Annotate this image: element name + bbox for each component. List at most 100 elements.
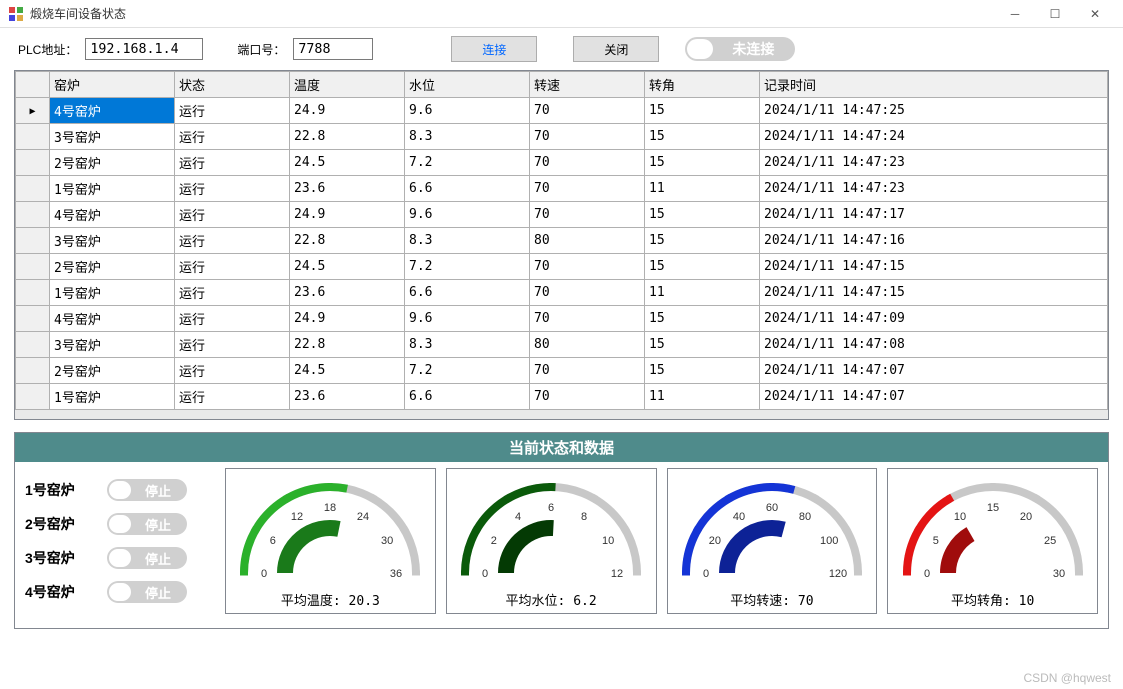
cell[interactable]: 80 [530,228,645,254]
table-row[interactable]: 2号窑炉运行24.57.270152024/1/11 14:47:23 [16,150,1108,176]
cell[interactable]: 2024/1/11 14:47:24 [760,124,1108,150]
cell[interactable]: 6.6 [405,176,530,202]
cell[interactable]: 23.6 [290,384,405,410]
cell[interactable]: 2024/1/11 14:47:25 [760,98,1108,124]
cell[interactable]: 2024/1/11 14:47:09 [760,306,1108,332]
cell[interactable]: 15 [645,358,760,384]
cell[interactable]: 2024/1/11 14:47:23 [760,150,1108,176]
cell[interactable]: 22.8 [290,228,405,254]
cell[interactable]: 2号窑炉 [50,254,175,280]
cell[interactable]: 9.6 [405,98,530,124]
cell[interactable]: 70 [530,98,645,124]
cell[interactable]: 23.6 [290,176,405,202]
cell[interactable]: 8.3 [405,124,530,150]
cell[interactable]: 23.6 [290,280,405,306]
kiln-toggle[interactable]: 停止 [107,547,187,569]
cell[interactable]: 15 [645,98,760,124]
cell[interactable]: 8.3 [405,332,530,358]
cell[interactable]: 3号窑炉 [50,124,175,150]
cell[interactable]: 2号窑炉 [50,150,175,176]
cell[interactable]: 运行 [175,306,290,332]
cell[interactable]: 80 [530,332,645,358]
table-row[interactable]: 3号窑炉运行22.88.370152024/1/11 14:47:24 [16,124,1108,150]
cell[interactable]: 3号窑炉 [50,332,175,358]
cell[interactable]: 4号窑炉 [50,306,175,332]
cell[interactable]: 运行 [175,254,290,280]
table-row[interactable]: 3号窑炉运行22.88.380152024/1/11 14:47:16 [16,228,1108,254]
cell[interactable]: 11 [645,176,760,202]
maximize-button[interactable]: ☐ [1035,0,1075,28]
cell[interactable]: 15 [645,202,760,228]
table-row[interactable]: 1号窑炉运行23.66.670112024/1/11 14:47:15 [16,280,1108,306]
cell[interactable]: 运行 [175,358,290,384]
cell[interactable]: 7.2 [405,254,530,280]
table-row[interactable]: ▶4号窑炉运行24.99.670152024/1/11 14:47:25 [16,98,1108,124]
cell[interactable]: 24.9 [290,98,405,124]
cell[interactable]: 70 [530,176,645,202]
col-header[interactable]: 状态 [175,72,290,98]
minimize-button[interactable]: ─ [995,0,1035,28]
cell[interactable]: 6.6 [405,280,530,306]
cell[interactable]: 运行 [175,98,290,124]
col-header[interactable]: 转角 [645,72,760,98]
cell[interactable]: 22.8 [290,124,405,150]
col-header[interactable]: 温度 [290,72,405,98]
cell[interactable]: 2号窑炉 [50,358,175,384]
cell[interactable]: 15 [645,228,760,254]
cell[interactable]: 运行 [175,280,290,306]
cell[interactable]: 2024/1/11 14:47:15 [760,280,1108,306]
connect-button[interactable]: 连接 [451,36,537,62]
cell[interactable]: 22.8 [290,332,405,358]
col-header[interactable]: 窑炉 [50,72,175,98]
cell[interactable]: 2024/1/11 14:47:17 [760,202,1108,228]
cell[interactable]: 7.2 [405,358,530,384]
cell[interactable]: 70 [530,150,645,176]
table-row[interactable]: 1号窑炉运行23.66.670112024/1/11 14:47:07 [16,384,1108,410]
cell[interactable]: 15 [645,332,760,358]
cell[interactable]: 15 [645,254,760,280]
kiln-toggle[interactable]: 停止 [107,479,187,501]
cell[interactable]: 15 [645,150,760,176]
cell[interactable]: 15 [645,124,760,150]
cell[interactable]: 运行 [175,202,290,228]
cell[interactable]: 70 [530,202,645,228]
table-row[interactable]: 3号窑炉运行22.88.380152024/1/11 14:47:08 [16,332,1108,358]
cell[interactable]: 2024/1/11 14:47:07 [760,384,1108,410]
kiln-toggle[interactable]: 停止 [107,581,187,603]
col-header[interactable]: 记录时间 [760,72,1108,98]
table-row[interactable]: 1号窑炉运行23.66.670112024/1/11 14:47:23 [16,176,1108,202]
connection-toggle[interactable]: 未连接 [685,37,795,61]
cell[interactable]: 运行 [175,150,290,176]
cell[interactable]: 24.9 [290,202,405,228]
cell[interactable]: 24.5 [290,254,405,280]
cell[interactable]: 2024/1/11 14:47:07 [760,358,1108,384]
cell[interactable]: 24.9 [290,306,405,332]
col-header[interactable]: 转速 [530,72,645,98]
cell[interactable]: 70 [530,280,645,306]
cell[interactable]: 1号窑炉 [50,280,175,306]
cell[interactable]: 2024/1/11 14:47:16 [760,228,1108,254]
cell[interactable]: 24.5 [290,358,405,384]
cell[interactable]: 1号窑炉 [50,384,175,410]
cell[interactable]: 2024/1/11 14:47:08 [760,332,1108,358]
cell[interactable]: 70 [530,306,645,332]
plc-address-input[interactable] [85,38,203,60]
cell[interactable]: 4号窑炉 [50,202,175,228]
table-row[interactable]: 2号窑炉运行24.57.270152024/1/11 14:47:07 [16,358,1108,384]
cell[interactable]: 运行 [175,124,290,150]
close-window-button[interactable]: ✕ [1075,0,1115,28]
cell[interactable]: 70 [530,254,645,280]
col-header[interactable]: 水位 [405,72,530,98]
cell[interactable]: 11 [645,384,760,410]
cell[interactable]: 运行 [175,228,290,254]
cell[interactable]: 9.6 [405,202,530,228]
kiln-toggle[interactable]: 停止 [107,513,187,535]
close-button[interactable]: 关闭 [573,36,659,62]
cell[interactable]: 1号窑炉 [50,176,175,202]
port-input[interactable] [293,38,373,60]
cell[interactable]: 运行 [175,332,290,358]
data-grid[interactable]: 窑炉状态温度水位转速转角记录时间 ▶4号窑炉运行24.99.670152024/… [14,70,1109,420]
cell[interactable]: 8.3 [405,228,530,254]
cell[interactable]: 70 [530,124,645,150]
cell[interactable]: 2024/1/11 14:47:23 [760,176,1108,202]
